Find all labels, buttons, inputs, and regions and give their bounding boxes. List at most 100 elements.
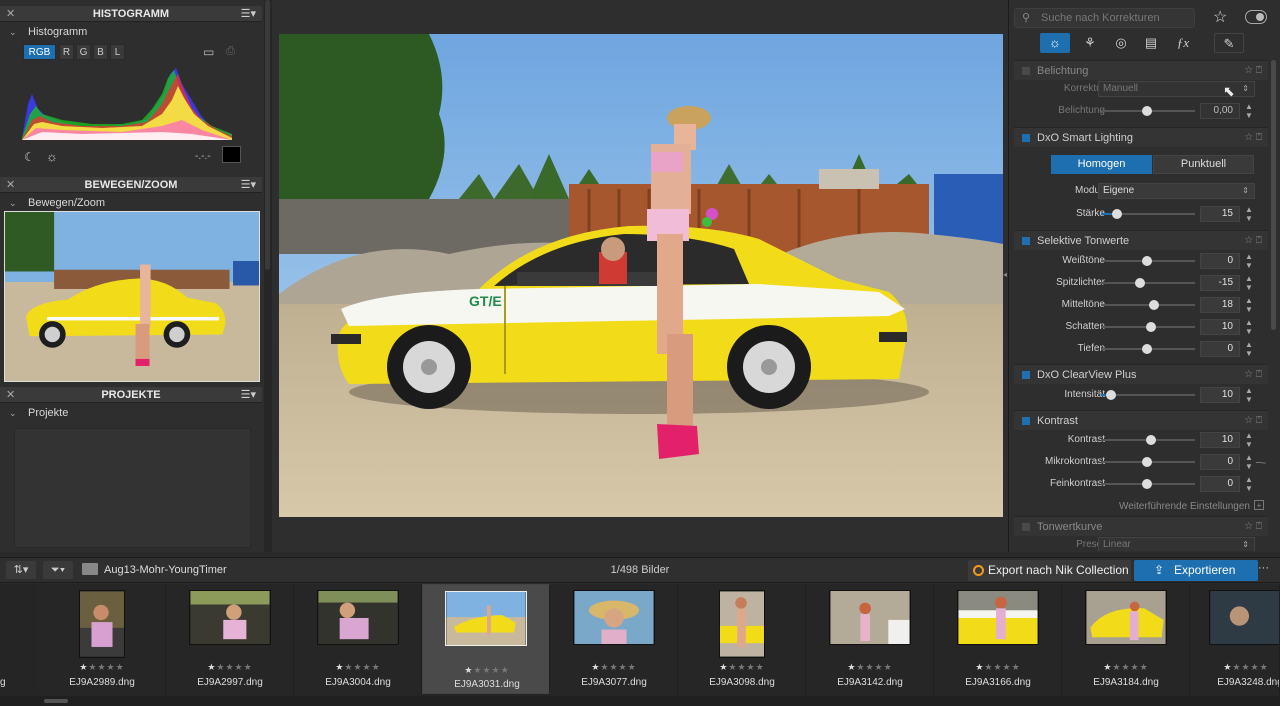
stepper-icon[interactable]: ▲ ▼	[1245, 252, 1253, 270]
section-tone-curve[interactable]: Tonwertkurve ☆ ⍞	[1014, 516, 1268, 536]
section-clearview[interactable]: DxO ClearView Plus ☆ ⍞	[1014, 364, 1268, 384]
panel-collapse-handle[interactable]: ◂	[1003, 270, 1007, 279]
mitteltoene-value[interactable]: 18	[1200, 297, 1240, 313]
mode-punktuell-button[interactable]: Punktuell	[1153, 155, 1254, 174]
stepper-icon[interactable]: ▲ ▼	[1245, 340, 1253, 358]
favorite-pin-icons[interactable]: ☆ ⍞	[1244, 128, 1262, 148]
rating-stars[interactable]: ★★★★★	[1062, 662, 1190, 673]
tiefen-value[interactable]: 0	[1200, 341, 1240, 357]
slider-knob[interactable]	[1142, 479, 1152, 489]
mitteltoene-slider[interactable]	[1101, 304, 1195, 306]
staerke-value[interactable]: 15	[1200, 206, 1240, 222]
schatten-value[interactable]: 10	[1200, 319, 1240, 335]
filmstrip-thumbnail[interactable]: ★★★★★ EJ9A2997.dng	[166, 584, 294, 694]
rating-stars[interactable]: ★★★★★	[1190, 662, 1279, 673]
tab-local-adjust-icon[interactable]: ✎	[1214, 33, 1244, 53]
mikrokontrast-value[interactable]: 0	[1200, 454, 1240, 470]
slider-knob[interactable]	[1146, 435, 1156, 445]
favorite-pin-icons[interactable]: ☆ ⍞	[1244, 365, 1262, 385]
stepper-icon[interactable]: ▲ ▼	[1245, 318, 1253, 336]
channel-r-button[interactable]: R	[59, 44, 74, 60]
corrections-search-input[interactable]: ⚲ Suche nach Korrekturen	[1014, 8, 1195, 28]
toggle-icon[interactable]	[1245, 10, 1267, 24]
section-exposure[interactable]: Belichtung ☆ ⍞	[1014, 60, 1268, 80]
shadow-clipping-icon[interactable]: ☾	[24, 150, 35, 164]
kontrast-value[interactable]: 10	[1200, 432, 1240, 448]
enable-checkbox[interactable]	[1022, 523, 1030, 531]
belichtung-value[interactable]: 0,00	[1200, 103, 1240, 119]
print-icon[interactable]: ⎙	[226, 45, 235, 58]
left-panel-scrollbar[interactable]	[264, 0, 272, 552]
channel-l-button[interactable]: L	[110, 44, 125, 60]
feinkontrast-value[interactable]: 0	[1200, 476, 1240, 492]
tab-geometry-icon[interactable]: ▤	[1136, 33, 1166, 53]
slider-knob[interactable]	[1112, 209, 1122, 219]
spitzlichter-value[interactable]: -15	[1200, 275, 1240, 291]
section-selective-tones[interactable]: Selektive Tonwerte ☆ ⍞	[1014, 230, 1268, 250]
filmstrip-thumbnail[interactable]: ★★★★★ EJ9A3166.dng	[934, 584, 1062, 694]
close-icon[interactable]: ✕	[6, 387, 15, 403]
stepper-icon[interactable]: ▲ ▼	[1245, 296, 1253, 314]
projects-list[interactable]	[14, 428, 251, 548]
stepper-icon[interactable]: ▲ ▼	[1245, 386, 1253, 404]
weisstoene-value[interactable]: 0	[1200, 253, 1240, 269]
enable-checkbox[interactable]	[1022, 237, 1030, 245]
filmstrip-thumbnail[interactable]: ★★★★★ EJ9A3184.dng	[1062, 584, 1190, 694]
favorite-pin-icons[interactable]: ☆ ⍞	[1244, 231, 1262, 251]
filmstrip-thumbnail[interactable]: ★★★★★ EJ9A3004.dng	[294, 584, 422, 694]
panel-menu-icon[interactable]: ☰▾	[241, 6, 256, 22]
slider-knob[interactable]	[1142, 344, 1152, 354]
panel-menu-icon[interactable]: ☰▾	[241, 387, 256, 403]
filmstrip-thumbnail[interactable]: ★★★★★ EJ9A3142.dng	[806, 584, 934, 694]
filmstrip-thumbnail[interactable]: ★★★★★ EJ9A3098.dng	[678, 584, 806, 694]
slider-knob[interactable]	[1106, 390, 1116, 400]
highlight-clipping-icon[interactable]: ☼	[46, 149, 58, 164]
stepper-icon[interactable]: ▲ ▼	[1245, 102, 1253, 120]
rating-stars[interactable]: ★★★★★	[294, 662, 422, 673]
rating-stars[interactable]: ★★★★★	[934, 662, 1062, 673]
tab-effects-icon[interactable]: ƒx	[1168, 33, 1198, 53]
display-icon[interactable]: ▭	[203, 45, 214, 59]
tab-light-icon[interactable]: ☼	[1040, 33, 1070, 53]
modus-select[interactable]: Eigene ⇕	[1098, 183, 1255, 199]
histogram-panel-header[interactable]: ✕ HISTOGRAMM ☰▾	[0, 6, 262, 22]
filmstrip-thumbnail[interactable]: ★★★★★ EJ9A2989.dng	[38, 584, 166, 694]
projects-subpanel[interactable]: ⌄ Projekte	[0, 405, 262, 421]
section-smart-lighting[interactable]: DxO Smart Lighting ☆ ⍞	[1014, 127, 1268, 147]
enable-checkbox[interactable]	[1022, 371, 1030, 379]
expand-icon[interactable]: +	[1254, 500, 1264, 510]
filmstrip-scrollbar[interactable]	[0, 696, 1280, 706]
projects-panel-header[interactable]: ✕ PROJEKTE ☰▾	[0, 387, 262, 403]
favorite-pin-icons[interactable]: ☆ ⍞	[1244, 411, 1262, 431]
stepper-icon[interactable]: ▲ ▼	[1245, 431, 1253, 449]
navigator-preview[interactable]	[4, 211, 260, 382]
filmstrip-thumbnail-selected[interactable]: ★★★★★ EJ9A3031.dng	[422, 584, 550, 694]
section-contrast[interactable]: Kontrast ☆ ⍞	[1014, 410, 1268, 430]
slider-knob[interactable]	[1142, 457, 1152, 467]
stepper-icon[interactable]: ▲ ▼	[1245, 274, 1253, 292]
movezoom-panel-header[interactable]: ✕ BEWEGEN/ZOOM ☰▾	[0, 177, 262, 193]
channel-g-button[interactable]: G	[76, 44, 91, 60]
close-icon[interactable]: ✕	[6, 177, 15, 193]
channel-rgb-button[interactable]: RGB	[23, 44, 56, 60]
rating-stars[interactable]: ★★★★★	[806, 662, 934, 673]
stepper-icon[interactable]: ▲ ▼	[1245, 205, 1253, 223]
mode-homogen-button[interactable]: Homogen	[1051, 155, 1152, 174]
rating-stars[interactable]: ★★★★★	[38, 662, 166, 673]
enable-checkbox[interactable]	[1022, 417, 1030, 425]
tab-detail-icon[interactable]: ◎	[1106, 33, 1136, 53]
slider-knob[interactable]	[1142, 256, 1152, 266]
movezoom-subpanel[interactable]: ⌄ Bewegen/Zoom	[0, 195, 262, 211]
channel-b-button[interactable]: B	[93, 44, 108, 60]
favorite-pin-icons[interactable]: ☆ ⍞	[1244, 61, 1262, 81]
favorite-pin-icons[interactable]: ☆ ⍞	[1244, 517, 1262, 537]
spitzlichter-slider[interactable]	[1101, 282, 1195, 284]
enable-checkbox[interactable]	[1022, 134, 1030, 142]
export-nik-button[interactable]: Export nach Nik Collection	[968, 560, 1131, 581]
slider-knob[interactable]	[1146, 322, 1156, 332]
slider-knob[interactable]	[1142, 106, 1152, 116]
stepper-icon[interactable]: ▲ ▼	[1245, 453, 1253, 471]
slider-knob[interactable]	[1149, 300, 1159, 310]
rating-stars[interactable]: ★★★★★	[550, 662, 678, 673]
rating-stars[interactable]: ★★★★★	[423, 663, 551, 677]
